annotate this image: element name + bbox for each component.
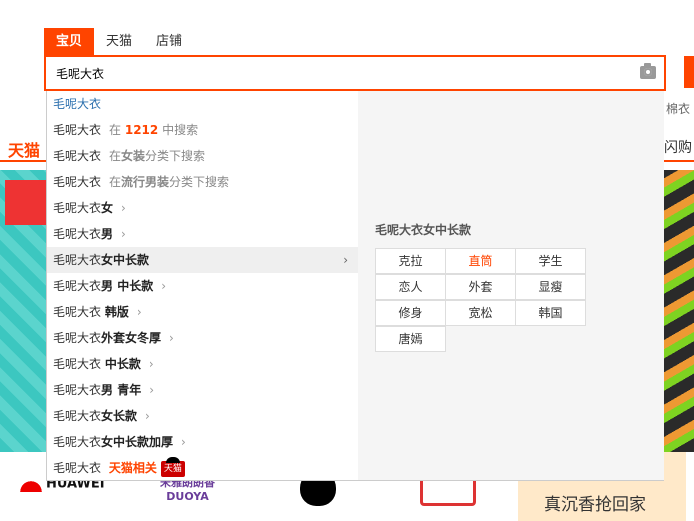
huawei-logo-icon (20, 476, 42, 492)
chevron-right-icon: › (145, 409, 150, 423)
suggestion-item[interactable]: 毛呢大衣男 中长款 › (47, 273, 358, 299)
property-tag[interactable]: 宽松 (445, 300, 516, 326)
suggestion-item-tmall[interactable]: 毛呢大衣 天猫相关 天猫 (47, 455, 358, 481)
property-tag-highlight[interactable]: 直筒 (445, 248, 516, 274)
chevron-right-icon: › (169, 331, 174, 345)
property-tag[interactable]: 克拉 (375, 248, 446, 274)
suggestion-item[interactable]: 毛呢大衣男 青年 › (47, 377, 358, 403)
suggestion-item[interactable]: 毛呢大衣 中长款 › (47, 351, 358, 377)
property-tag[interactable]: 显瘦 (515, 274, 586, 300)
promo-text: 真沉香抢回家 (544, 495, 646, 515)
hot-word-link[interactable]: 棉衣 (666, 100, 690, 117)
chevron-right-icon: › (343, 253, 348, 267)
chevron-right-icon: › (149, 383, 155, 397)
suggestion-item[interactable]: 毛呢大衣女中长款加厚 › (47, 429, 358, 455)
suggestion-item[interactable]: 毛呢大衣女长款 › (47, 403, 358, 429)
promo-banner-left[interactable] (0, 170, 48, 452)
search-tabs: 宝贝 天猫 店铺 (44, 28, 194, 56)
tab-tmall[interactable]: 天猫 (94, 28, 144, 56)
property-panel-title: 毛呢大衣女中长款 (375, 223, 472, 237)
suggestion-item[interactable]: 毛呢大衣 (47, 91, 358, 117)
chevron-right-icon: › (181, 435, 186, 449)
suggestion-item-active[interactable]: 毛呢大衣女中长款 › (47, 247, 358, 273)
suggestion-item[interactable]: 毛呢大衣 在女装分类下搜索 (47, 143, 358, 169)
suggestion-item[interactable]: 毛呢大衣外套女冬厚 › (47, 325, 358, 351)
tmall-cat-icon: 天猫 (160, 456, 185, 477)
search-box (44, 55, 666, 91)
chevron-right-icon: › (136, 305, 142, 319)
property-tag[interactable]: 恋人 (375, 274, 446, 300)
search-input[interactable] (56, 57, 616, 89)
search-button-edge[interactable] (684, 56, 694, 88)
category-tmall[interactable]: 天猫 (8, 137, 40, 161)
chevron-right-icon: › (121, 227, 126, 241)
property-tag[interactable]: 唐嫣 (375, 326, 446, 352)
chevron-right-icon: › (148, 357, 154, 371)
property-tag[interactable]: 韩国 (515, 300, 586, 326)
suggestion-item[interactable]: 毛呢大衣女 › (47, 195, 358, 221)
property-tag[interactable]: 学生 (515, 248, 586, 274)
promo-banner-right[interactable] (664, 170, 694, 452)
suggestion-dropdown: 毛呢大衣 毛呢大衣在 1212 中搜索 毛呢大衣 在女装分类下搜索 毛呢大衣 在流行… (46, 91, 664, 481)
suggestion-item[interactable]: 毛呢大衣 韩版 › (47, 299, 358, 325)
tab-shops[interactable]: 店铺 (144, 28, 194, 56)
suggestion-item[interactable]: 毛呢大衣男 › (47, 221, 358, 247)
tab-items[interactable]: 宝贝 (44, 28, 95, 56)
suggestion-item[interactable]: 毛呢大衣 在流行男装分类下搜索 (47, 169, 358, 195)
category-flash[interactable]: 闪购 (664, 137, 692, 157)
suggestion-item[interactable]: 毛呢大衣在 1212 中搜索 (47, 117, 358, 143)
camera-icon[interactable] (640, 63, 656, 79)
property-tag[interactable]: 外套 (445, 274, 516, 300)
chevron-right-icon: › (121, 201, 126, 215)
suggestion-list: 毛呢大衣 毛呢大衣在 1212 中搜索 毛呢大衣 在女装分类下搜索 毛呢大衣 在流行… (47, 91, 358, 480)
property-tag[interactable]: 修身 (375, 300, 446, 326)
property-panel: 毛呢大衣女中长款 克拉 直筒 学生 恋人 外套 显瘦 修身 宽松 韩国 唐嫣 (358, 91, 664, 480)
chevron-right-icon: › (161, 279, 167, 293)
banner-red-strip (5, 180, 48, 225)
